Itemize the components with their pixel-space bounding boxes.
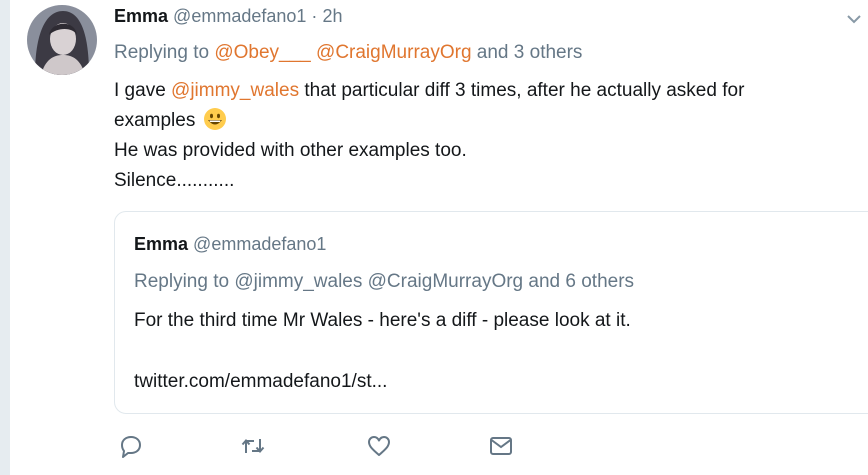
tweet-header: Emma @emmadefano1 · 2h bbox=[114, 6, 342, 27]
body-text: examples bbox=[114, 110, 196, 131]
quoted-tweet[interactable]: Emma @emmadefano1 Replying to @jimmy_wal… bbox=[114, 211, 868, 414]
mention-link[interactable]: @Obey___ bbox=[214, 42, 310, 63]
body-text: I gave bbox=[114, 80, 166, 101]
avatar[interactable] bbox=[27, 5, 97, 75]
quoted-header: Emma @emmadefano1 bbox=[134, 234, 326, 255]
direct-message-icon[interactable] bbox=[488, 433, 516, 461]
mention-link[interactable]: @jimmy_wales bbox=[171, 80, 299, 101]
author-name[interactable]: Emma bbox=[114, 6, 168, 26]
quoted-text: For the third time Mr Wales - here's a d… bbox=[134, 310, 631, 331]
replying-to: Replying to @Obey___ @CraigMurrayOrg and… bbox=[114, 42, 582, 64]
body-text: He was provided with other examples too. bbox=[114, 140, 467, 161]
body-text: that particular diff 3 times, after he a… bbox=[304, 80, 745, 101]
chevron-down-icon[interactable] bbox=[846, 12, 862, 24]
mention-link[interactable]: @CraigMurrayOrg bbox=[316, 42, 471, 63]
retweet-icon[interactable] bbox=[240, 433, 268, 461]
quoted-replying-to: Replying to @jimmy_wales @CraigMurrayOrg… bbox=[134, 271, 635, 292]
reply-icon[interactable] bbox=[118, 433, 146, 461]
quoted-link: twitter.com/emmadefano1/st... bbox=[134, 371, 388, 392]
body-text: Silence........... bbox=[114, 170, 235, 191]
timestamp[interactable]: 2h bbox=[322, 6, 342, 26]
grinning-face-emoji-icon bbox=[203, 107, 227, 131]
author-handle[interactable]: @emmadefano1 bbox=[173, 6, 306, 26]
quoted-author-handle: @emmadefano1 bbox=[193, 234, 327, 254]
replying-suffix[interactable]: and 3 others bbox=[477, 42, 583, 63]
quoted-author-name: Emma bbox=[134, 234, 189, 254]
replying-prefix: Replying to bbox=[114, 42, 210, 63]
tweet-card[interactable]: Emma @emmadefano1 · 2h Replying to @Obey… bbox=[10, 0, 868, 475]
like-icon[interactable] bbox=[366, 433, 394, 461]
tweet-text: I gave @jimmy_wales that particular diff… bbox=[114, 76, 834, 196]
separator: · bbox=[311, 6, 318, 26]
